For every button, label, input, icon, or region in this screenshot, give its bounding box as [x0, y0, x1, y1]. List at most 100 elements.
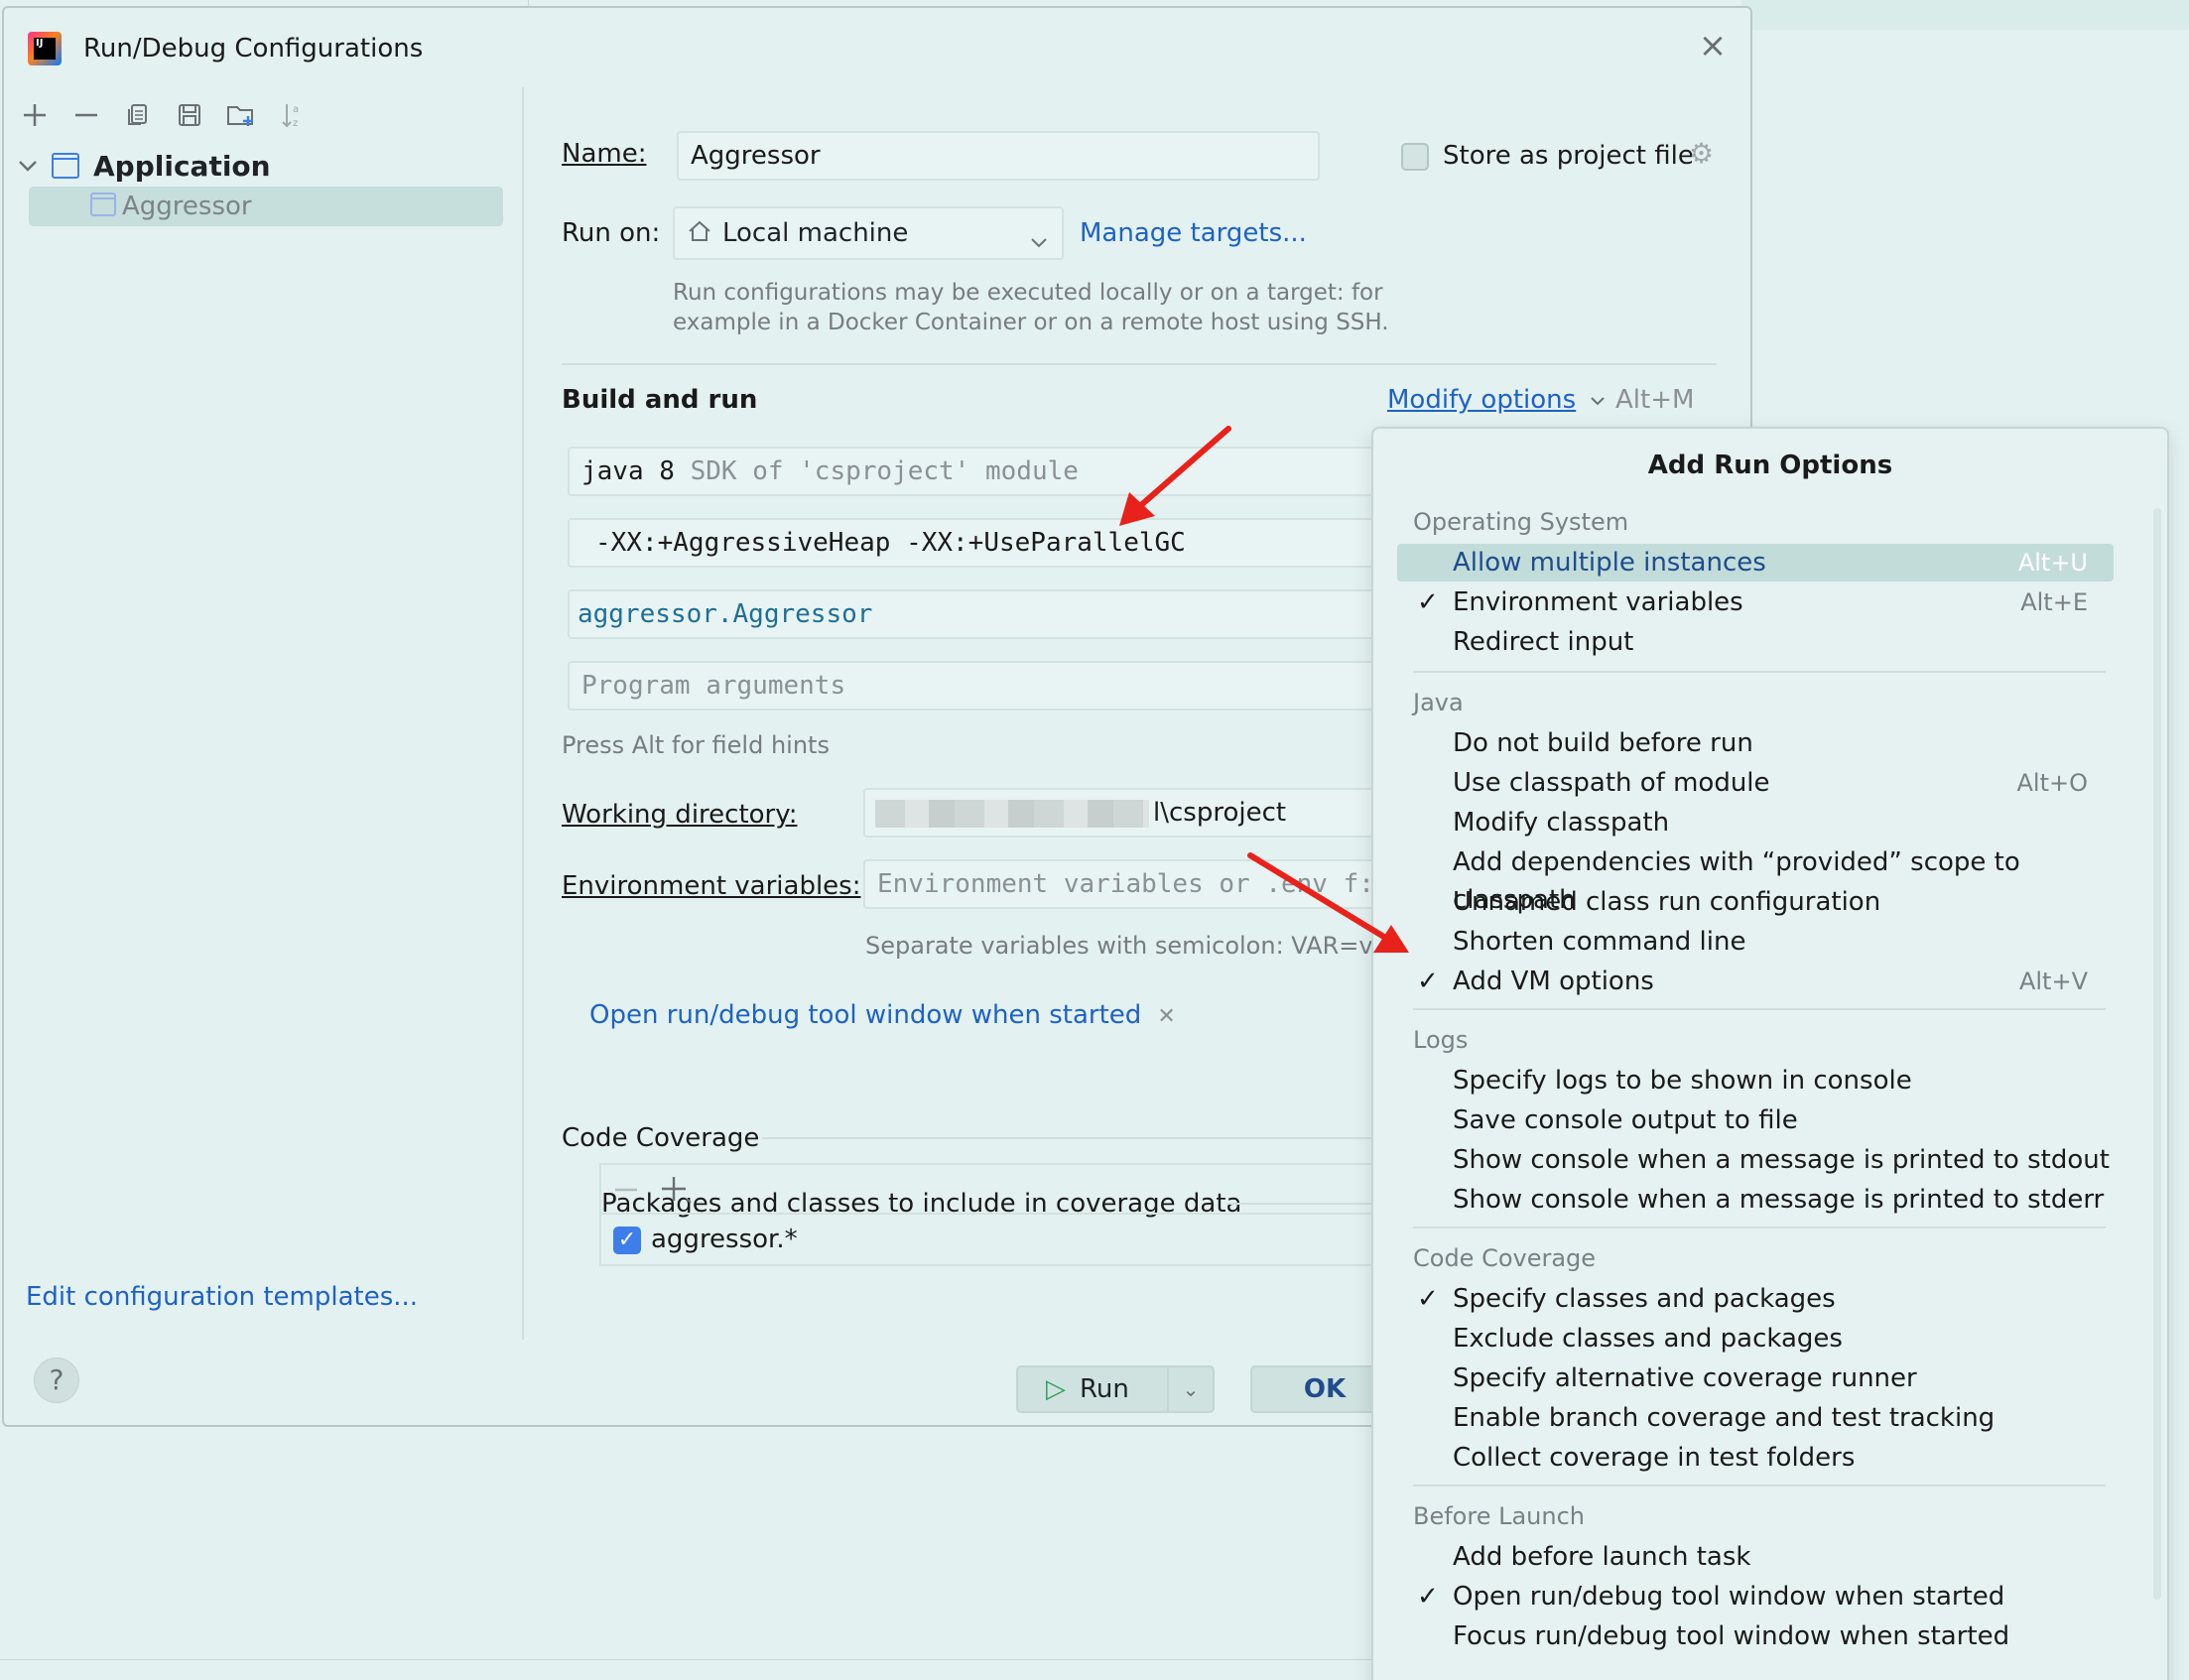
divider [1413, 671, 2106, 673]
store-project-checkbox[interactable] [1401, 143, 1429, 171]
option-console-stdout[interactable]: Show console when a message is printed t… [1397, 1141, 2114, 1179]
group-header: Before Launch [1413, 1502, 1586, 1530]
chevron-down-icon[interactable] [18, 154, 38, 178]
divider [1413, 1227, 2106, 1228]
option-shorten-command-line[interactable]: Shorten command line [1397, 923, 2114, 961]
coverage-table-toolbar [601, 1165, 1391, 1215]
add-icon[interactable] [661, 1175, 695, 1209]
dialog-titlebar: IJ Run/Debug Configurations × [4, 8, 1750, 87]
configurations-sidebar: az Application Aggressor Edit configurat… [4, 87, 524, 1403]
option-allow-multiple-instances[interactable]: Allow multiple instances Alt+U [1397, 544, 2114, 582]
option-use-classpath[interactable]: Use classpath of module Alt+O [1397, 764, 2114, 802]
working-directory-label: Working directory: [562, 800, 798, 830]
option-environment-variables[interactable]: ✓ Environment variables Alt+E [1397, 583, 2114, 621]
divider [1413, 1008, 2106, 1010]
run-on-label: Run on: [562, 218, 661, 248]
checkmark-icon: ✓ [1417, 1582, 1439, 1612]
jre-field[interactable]: java 8 SDK of 'csproject' module [568, 447, 1461, 496]
manage-targets-link[interactable]: Manage targets... [1080, 218, 1307, 248]
field-hints-text: Press Alt for field hints [562, 731, 830, 759]
option-branch-coverage[interactable]: Enable branch coverage and test tracking [1397, 1399, 2114, 1437]
background-divider [0, 1659, 1389, 1660]
option-modify-classpath[interactable]: Modify classpath [1397, 804, 2114, 841]
run-on-dropdown[interactable]: Local machine [673, 206, 1064, 260]
group-header: Java [1413, 689, 1464, 716]
option-add-provided-dependencies[interactable]: Add dependencies with “provided” scope t… [1397, 843, 2114, 915]
option-add-before-launch[interactable]: Add before launch task [1397, 1538, 2114, 1576]
vm-options-field[interactable]: -XX:+AggressiveHeap -XX:+UseParallelGC [568, 518, 1461, 568]
popup-scrollbar[interactable] [2153, 508, 2161, 1600]
divider [562, 363, 1717, 365]
environment-variables-label: Environment variables: [562, 871, 861, 901]
option-add-vm-options[interactable]: ✓ Add VM options Alt+V [1397, 963, 2114, 1000]
option-specify-classes[interactable]: ✓ Specify classes and packages [1397, 1280, 2114, 1318]
store-project-label: Store as project file [1443, 141, 1694, 171]
run-button-label: Run [1080, 1374, 1129, 1404]
add-run-options-popup: Add Run Options Operating System Allow m… [1371, 427, 2169, 1680]
group-header: Logs [1413, 1026, 1469, 1054]
remove-icon[interactable] [613, 1179, 639, 1205]
option-specify-logs[interactable]: Specify logs to be shown in console [1397, 1062, 2114, 1099]
option-save-console-output[interactable]: Save console output to file [1397, 1101, 2114, 1139]
chevron-down-icon[interactable]: ⌄ [1167, 1367, 1213, 1411]
open-tool-window-chip: Open run/debug tool window when started ✕ [589, 1000, 1176, 1030]
run-on-value: Local machine [722, 218, 909, 248]
remove-option-icon[interactable]: ✕ [1157, 1004, 1175, 1029]
tree-node-aggressor[interactable]: Aggressor [29, 187, 503, 226]
dialog-title: Run/Debug Configurations [83, 34, 424, 64]
modify-options-shortcut: Alt+M [1615, 385, 1695, 415]
save-icon[interactable] [171, 96, 208, 134]
group-header: Code Coverage [1413, 1244, 1597, 1272]
home-icon [687, 218, 712, 251]
modify-options-link[interactable]: Modify options [1387, 385, 1606, 415]
option-unnamed-class[interactable]: Unnamed class run configuration [1397, 883, 2114, 921]
divider [1413, 1485, 2106, 1486]
run-button[interactable]: ▷ Run ⌄ [1016, 1365, 1215, 1413]
option-do-not-build[interactable]: Do not build before run [1397, 724, 2114, 762]
svg-text:a: a [293, 104, 299, 115]
popup-title: Add Run Options [1647, 451, 1893, 480]
new-folder-icon[interactable] [222, 96, 260, 134]
application-icon [52, 153, 79, 179]
option-exclude-classes[interactable]: Exclude classes and packages [1397, 1320, 2114, 1357]
intellij-logo-icon: IJ [28, 32, 62, 65]
run-on-hint: Run configurations may be executed local… [673, 280, 1389, 335]
edit-templates-link[interactable]: Edit configuration templates... [26, 1282, 418, 1312]
gear-icon[interactable]: ⚙ [1689, 137, 1714, 170]
coverage-patterns-table: ✓ aggressor.* [599, 1163, 1393, 1266]
coverage-item-checkbox[interactable]: ✓ [613, 1227, 641, 1254]
copy-icon[interactable] [119, 96, 157, 134]
checkmark-icon: ✓ [1417, 1284, 1439, 1314]
env-hint: Separate variables with semicolon: VAR=v… [865, 932, 1410, 960]
close-icon[interactable]: × [1697, 29, 1729, 63]
chevron-down-icon [1590, 385, 1606, 415]
option-coverage-test-folders[interactable]: Collect coverage in test folders [1397, 1439, 2114, 1477]
add-icon[interactable] [16, 96, 54, 134]
group-header: Operating System [1413, 508, 1629, 536]
program-arguments-field[interactable]: Program arguments [568, 661, 1461, 711]
code-coverage-title: Code Coverage [562, 1123, 760, 1153]
sidebar-toolbar: az [16, 95, 312, 135]
checkmark-icon: ✓ [1417, 587, 1439, 617]
option-cut-off[interactable] [1397, 1657, 2114, 1677]
checkmark-icon: ✓ [1417, 967, 1439, 996]
background-window-strip [1741, 0, 2189, 30]
option-console-stderr[interactable]: Show console when a message is printed t… [1397, 1181, 2114, 1219]
option-alternative-runner[interactable]: Specify alternative coverage runner [1397, 1359, 2114, 1397]
coverage-item-label: aggressor.* [651, 1225, 798, 1254]
main-class-field[interactable]: aggressor.Aggressor [568, 589, 1461, 639]
name-field[interactable]: Aggressor [677, 131, 1320, 181]
option-focus-tool-window[interactable]: Focus run/debug tool window when started [1397, 1617, 2114, 1655]
play-icon: ▷ [1046, 1374, 1066, 1404]
remove-icon[interactable] [67, 96, 105, 134]
divider [762, 1137, 1477, 1139]
svg-text:z: z [293, 118, 298, 129]
sort-icon[interactable]: az [274, 96, 312, 134]
option-redirect-input[interactable]: Redirect input [1397, 623, 2114, 661]
tree-node-application[interactable]: Application [18, 147, 271, 185]
option-open-tool-window[interactable]: ✓ Open run/debug tool window when started [1397, 1578, 2114, 1615]
tree-node-label: Application [93, 149, 271, 183]
help-button[interactable]: ? [34, 1357, 79, 1403]
build-run-title: Build and run [562, 385, 758, 415]
redacted-path [875, 800, 1149, 828]
